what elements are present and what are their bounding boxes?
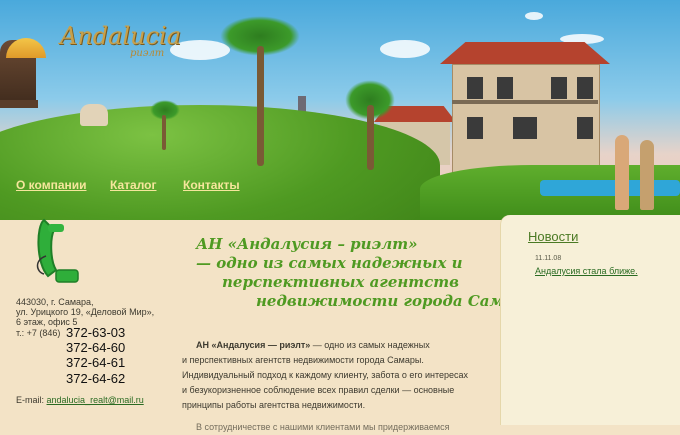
intro-bold: АН «Андалусия — риэлт» [196, 340, 311, 350]
intro-line: Индивидуальный подход к каждому клиенту,… [182, 370, 469, 380]
news-link[interactable]: Андалусия стала ближе. [535, 266, 638, 276]
intro-line: В сотрудничестве с нашими клиентами мы п… [196, 422, 450, 432]
email-row: E-mail: andalucia_realt@mail.ru [16, 395, 144, 405]
statue-pedestal [0, 100, 38, 108]
main-nav: О компании Каталог Контакты [0, 170, 420, 200]
palm-tree [330, 80, 410, 170]
phone-label: т.: +7 (846) [16, 328, 61, 338]
slogan-line: перспективных агентств [222, 273, 460, 291]
news-date: 11.11.08 [535, 255, 562, 262]
logo-text: Andalucia [60, 22, 182, 50]
villa-image [440, 42, 610, 174]
phone-number: 372-64-62 [66, 371, 126, 386]
cloud [525, 12, 543, 20]
phone-number: 372-64-60 [66, 340, 126, 355]
address-line: ул. Урицкого 19, «Деловой Мир», [16, 307, 155, 317]
palm-tree [220, 16, 300, 166]
news-title[interactable]: Новости [528, 229, 578, 244]
slogan-line: АН «Андалусия – риэлт» [196, 235, 418, 253]
couple-image [615, 135, 629, 210]
palm-tree [145, 100, 185, 150]
slogan: АН «Андалусия – риэлт» — одно из самых н… [160, 235, 545, 311]
sun-icon [6, 38, 46, 58]
intro-rest: — одно из самых надежных [310, 340, 430, 350]
intro-line: и перспективных агентств недвижимости го… [182, 355, 424, 365]
intro-text: АН «Андалусия — риэлт» — одно из самых н… [182, 338, 486, 435]
intro-line: принципы работы агентства недвижимости. [182, 400, 366, 410]
swimming-pool [540, 180, 680, 196]
nav-contacts[interactable]: Контакты [183, 178, 240, 192]
news-panel: Новости 11.11.08 Андалусия стала ближе. [500, 215, 680, 425]
header-banner: Andalucia риэлт О компании Каталог Конта… [0, 0, 680, 220]
phone-number: 372-64-61 [66, 355, 126, 370]
intro-line: и безукоризненное соблюдение всех правил… [182, 385, 455, 395]
man-resting-image [80, 104, 108, 126]
couple-image [640, 140, 654, 210]
slogan-line: — одно из самых надежных и [196, 254, 463, 272]
cloud [380, 40, 430, 58]
address-line: 443030, г. Самара, [16, 297, 94, 307]
slogan-line: недвижимости города Самары. [256, 292, 545, 310]
email-label: E-mail: [16, 395, 45, 405]
nav-catalog[interactable]: Каталог [110, 178, 157, 192]
intro-paragraph-start: АН «Андалусия — риэлт» — одно из самых н… [196, 338, 486, 353]
address-block: 443030, г. Самара, ул. Урицкого 19, «Дел… [16, 297, 154, 327]
logo-subtext: риэлт [130, 48, 165, 59]
phone-number: 372-63-03 [66, 325, 126, 340]
phone-icon [36, 218, 79, 283]
email-link[interactable]: andalucia_realt@mail.ru [47, 395, 144, 405]
nav-about[interactable]: О компании [16, 178, 87, 192]
logo[interactable]: Andalucia риэлт [0, 8, 182, 78]
